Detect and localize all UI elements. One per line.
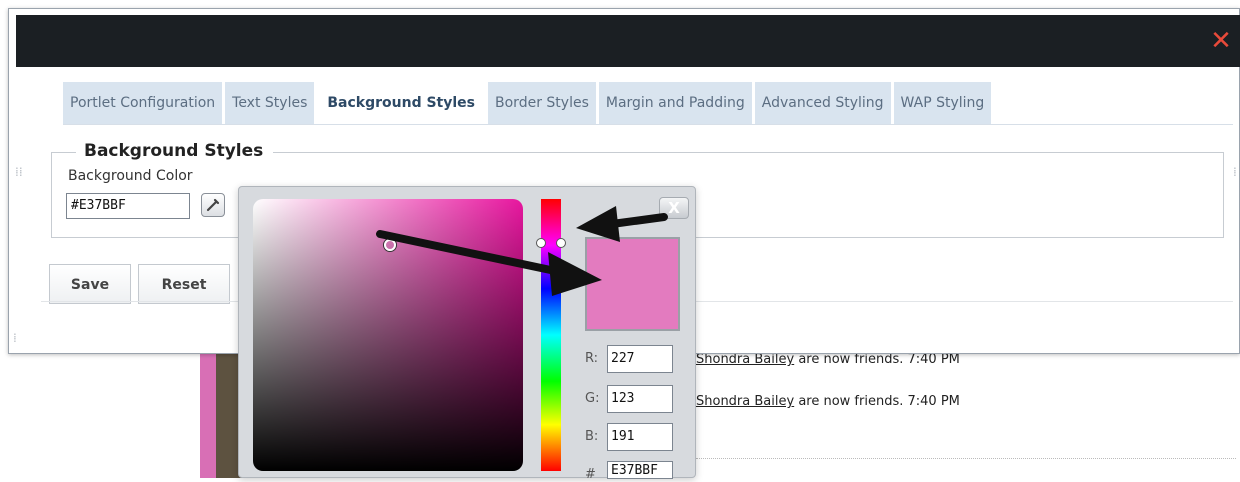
picker-close-button[interactable]: X (659, 197, 689, 219)
tab-wap-styling[interactable]: WAP Styling (893, 82, 992, 124)
eyedropper-icon (206, 198, 220, 212)
save-button[interactable]: Save (49, 264, 131, 304)
feed-item-text: are now friends. 7:40 PM (794, 352, 960, 367)
feed-user-link[interactable]: Shondra Bailey (696, 352, 794, 367)
hex-input[interactable]: E37BBF (607, 461, 673, 479)
green-input[interactable]: 123 (607, 385, 673, 413)
hue-slider[interactable] (536, 199, 566, 471)
blue-label: B: (585, 429, 599, 444)
tabs-divider (63, 124, 1233, 125)
tab-portlet-configuration[interactable]: Portlet Configuration (63, 82, 223, 124)
feed-item: Shondra Bailey are now friends. 7:40 PM (696, 394, 960, 409)
section-title: Background Styles (76, 141, 274, 161)
green-label: G: (585, 391, 600, 406)
eyedropper-button[interactable] (201, 193, 225, 217)
color-picker-popup: X R: 227 G: 123 B: 191 # E37BBF (238, 186, 696, 482)
feed-divider (696, 458, 1236, 459)
tab-border-styles[interactable]: Border Styles (488, 82, 596, 124)
hue-handle-right[interactable] (556, 238, 566, 248)
tab-bar: Portlet Configuration Text Styles Backgr… (63, 82, 992, 124)
reset-button[interactable]: Reset (138, 264, 230, 304)
background-color-input[interactable]: #E37BBF (66, 193, 190, 219)
tab-advanced-styling[interactable]: Advanced Styling (754, 82, 891, 124)
close-dialog-icon[interactable]: ✕ (1207, 27, 1235, 55)
color-preview-swatch (585, 237, 680, 331)
tab-margin-and-padding[interactable]: Margin and Padding (598, 82, 752, 124)
corner-resize-grip-icon[interactable]: ⁞ (13, 332, 17, 344)
red-label: R: (585, 351, 599, 366)
feed-item: Shondra Bailey are now friends. 7:40 PM (696, 352, 960, 367)
feed-user-link[interactable]: Shondra Bailey (696, 394, 794, 409)
hue-handle-left[interactable] (536, 238, 546, 248)
saturation-handle[interactable] (384, 239, 396, 251)
tab-text-styles[interactable]: Text Styles (225, 82, 315, 124)
left-resize-grip-icon[interactable]: ⁞⁞ (15, 166, 23, 178)
hex-label: # (585, 467, 596, 482)
blue-input[interactable]: 191 (607, 423, 673, 451)
saturation-brightness-field[interactable] (253, 199, 523, 471)
background-color-label: Background Color (68, 168, 193, 184)
right-resize-grip-icon[interactable]: ⁞ (1233, 166, 1237, 178)
feed-item-text: are now friends. 7:40 PM (794, 394, 960, 409)
dialog-titlebar[interactable]: ✕ (16, 15, 1240, 67)
red-input[interactable]: 227 (607, 345, 673, 373)
tab-background-styles[interactable]: Background Styles (317, 82, 486, 124)
